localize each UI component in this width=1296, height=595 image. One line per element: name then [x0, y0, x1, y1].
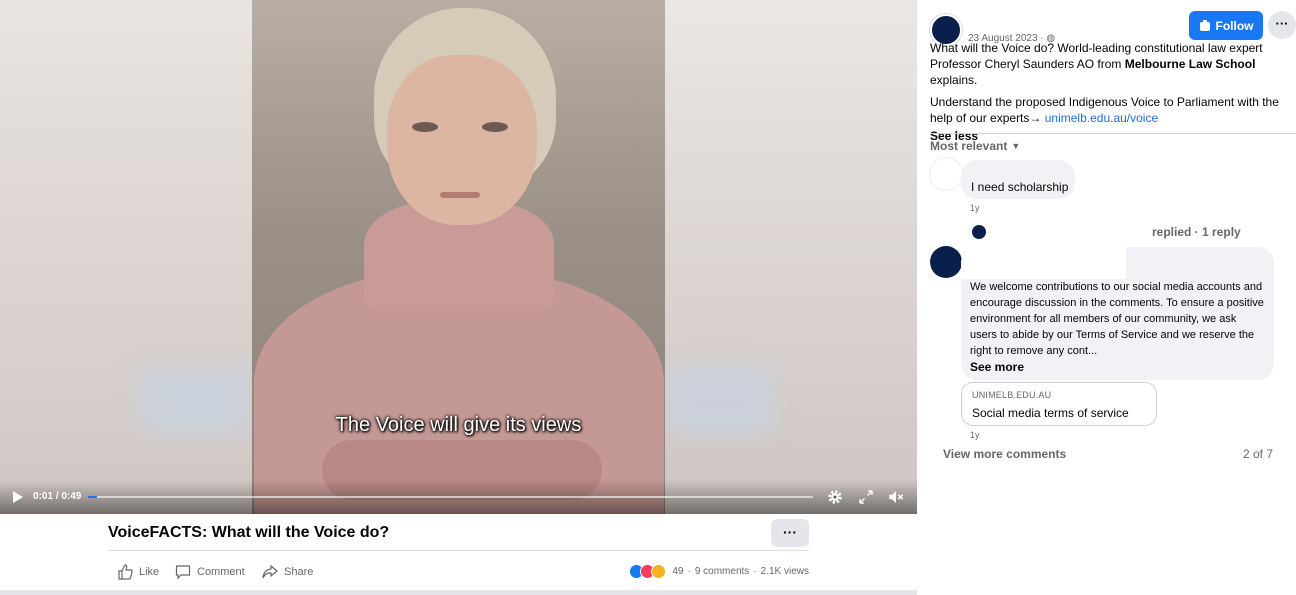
divider: [108, 550, 809, 551]
share-icon: [262, 564, 278, 579]
link-preview-card[interactable]: UNIMELB.EDU.AU Social media terms of ser…: [961, 382, 1157, 426]
replies-link[interactable]: replied · 1 reply: [970, 223, 1241, 241]
video-time: 0:01 / 0:49: [33, 491, 82, 502]
seek-bar[interactable]: [88, 496, 813, 498]
person-face: [387, 55, 537, 225]
comment-time[interactable]: 1y: [970, 430, 980, 440]
panel-more-button[interactable]: ···: [1268, 11, 1296, 39]
reply-summary: replied · 1 reply: [1152, 225, 1241, 239]
view-count: 2.1K views: [760, 566, 809, 577]
reply-avatar: [970, 223, 988, 241]
video-controls: 0:01 / 0:49: [0, 480, 917, 514]
comment-button[interactable]: Comment: [175, 564, 245, 580]
stat-separator: ·: [753, 566, 757, 577]
comment-label: Comment: [197, 566, 245, 578]
comment-bubble: I need scholarship: [961, 160, 1075, 199]
comment-text: I need scholarship: [971, 180, 1069, 194]
post-side-panel: 23 August 2023 · ◍ Follow ··· What will …: [917, 0, 1296, 595]
follow-button[interactable]: Follow: [1189, 11, 1263, 40]
see-more-button[interactable]: See more: [970, 359, 1024, 375]
mute-icon[interactable]: [887, 488, 905, 506]
share-label: Share: [284, 566, 314, 578]
comment-avatar[interactable]: [930, 158, 962, 190]
like-label: Like: [139, 566, 160, 578]
follow-label: Follow: [1215, 18, 1254, 33]
divider: [930, 133, 1296, 134]
comment-pager: 2 of 7: [1242, 447, 1273, 461]
post-paragraph-2: Understand the proposed Indigenous Voice…: [930, 94, 1292, 126]
stat-separator: ·: [687, 566, 691, 577]
reaction-icons[interactable]: [629, 564, 667, 579]
share-button[interactable]: Share: [262, 564, 313, 580]
post-footer: VoiceFACTS: What will the Voice do? ··· …: [0, 514, 917, 595]
comment-author-hidden: [961, 247, 1126, 279]
comment-count[interactable]: 9 comments: [695, 566, 749, 577]
comment-time[interactable]: 1y: [970, 203, 980, 213]
video-caption: The Voice will give its views: [335, 414, 582, 436]
play-icon[interactable]: [12, 490, 24, 504]
person-eye-left: [412, 122, 438, 132]
post-paragraph-1: What will the Voice do? World-leading co…: [930, 40, 1292, 88]
link-title: Social media terms of service: [972, 406, 1129, 420]
fullscreen-icon[interactable]: [857, 488, 875, 506]
person-eye-right: [482, 122, 508, 132]
post-bold-text: Melbourne Law School: [1124, 57, 1256, 71]
comment-bubble: We welcome contributions to our social m…: [961, 247, 1274, 380]
like-button[interactable]: Like: [117, 564, 159, 580]
reaction-count[interactable]: 49: [672, 566, 683, 577]
post-text: explains.: [930, 73, 978, 87]
comment-text: We welcome contributions to our social m…: [970, 281, 1264, 357]
video-title: VoiceFACTS: What will the Voice do?: [108, 524, 390, 541]
caret-down-icon: ▼: [1011, 141, 1021, 151]
link-domain: UNIMELB.EDU.AU: [972, 390, 1052, 400]
haha-reaction-icon: [651, 564, 667, 579]
sort-label: Most relevant: [930, 139, 1008, 153]
seek-progress: [88, 496, 97, 498]
follow-icon: [1199, 19, 1210, 31]
post-description: What will the Voice do? World-leading co…: [930, 40, 1292, 144]
post-link[interactable]: unimelb.edu.au/voice: [1045, 111, 1158, 125]
post-more-button[interactable]: ···: [771, 519, 809, 547]
settings-gear-icon[interactable]: [826, 488, 844, 506]
person-mouth: [440, 192, 480, 198]
view-more-comments[interactable]: View more comments: [943, 447, 1066, 461]
comment-sort-dropdown[interactable]: Most relevant ▼: [930, 139, 1020, 153]
thumbs-up-icon: [118, 564, 133, 580]
video-player[interactable]: The Voice will give its views 0:01 / 0:4…: [0, 0, 917, 514]
comment-avatar[interactable]: [930, 246, 962, 278]
post-stats: 49 · 9 comments · 2.1K views: [629, 564, 809, 579]
comment-icon: [175, 565, 191, 580]
